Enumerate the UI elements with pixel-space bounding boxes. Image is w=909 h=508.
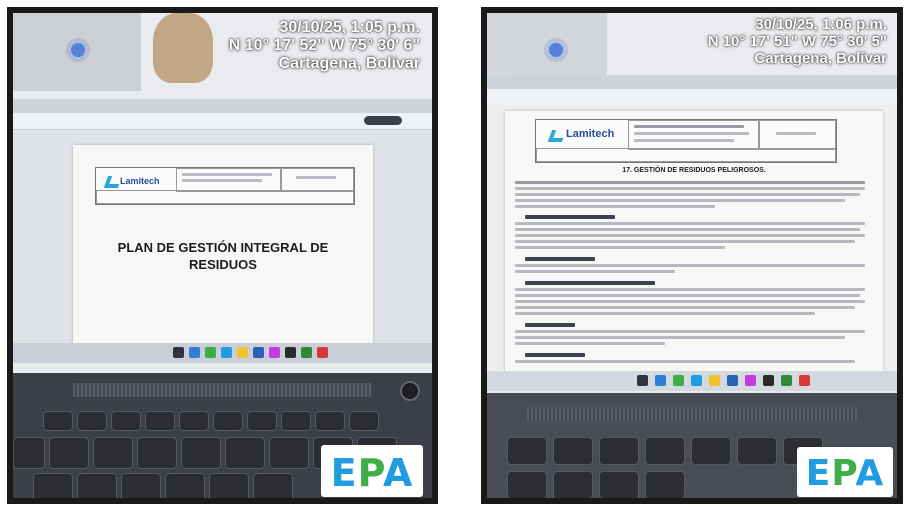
photo-left: Lamitech PLAN DE GESTIÓN INTEGRAL DE RES…	[7, 7, 438, 504]
lamitech-logo-text: Lamitech	[120, 176, 160, 186]
document-title: PLAN DE GESTIÓN INTEGRAL DE RESIDUOS	[117, 240, 329, 272]
document-section-title: 17. GESTIÓN DE RESIDUOS PELIGROSOS.	[622, 167, 766, 174]
photo-right-scene: Lamitech 17. GESTIÓN DE RESIDUOS PELIGRO…	[487, 13, 897, 498]
browser-tab-bar	[13, 99, 432, 113]
windows-taskbar	[487, 371, 897, 391]
lamitech-logo-text: Lamitech	[566, 128, 615, 140]
stamp-coordinates: N 10° 17' 51" W 75° 30' 5"	[707, 32, 887, 50]
document-page: Lamitech PLAN DE GESTIÓN INTEGRAL DE RES…	[73, 145, 373, 350]
person-face-blur	[153, 13, 213, 83]
speaker-grille	[73, 383, 372, 397]
lamitech-logo-icon	[547, 130, 567, 142]
speaker-grille	[527, 407, 857, 421]
document-viewer: Lamitech PLAN DE GESTIÓN INTEGRAL DE RES…	[13, 130, 432, 350]
document-header-table: Lamitech	[95, 167, 355, 205]
video-call-thumbnail	[487, 13, 607, 85]
stamp-location: Cartagena, Bolívar	[278, 54, 420, 72]
photo-right: Lamitech 17. GESTIÓN DE RESIDUOS PELIGRO…	[481, 7, 903, 504]
epa-watermark-logo: EPA · · · · · · · · ·	[321, 445, 423, 497]
stamp-datetime: 30/10/25, 1:06 p.m.	[755, 16, 887, 33]
document-page: Lamitech 17. GESTIÓN DE RESIDUOS PELIGRO…	[505, 111, 883, 371]
stamp-coordinates: N 10° 17' 52" W 75° 30' 6"	[228, 36, 420, 54]
epa-watermark-logo: EPA · · · · · · · · ·	[797, 447, 893, 497]
photo-stamp: 30/10/25, 1:05 p.m. N 10° 17' 52" W 75° …	[229, 19, 420, 73]
photo-left-scene: Lamitech PLAN DE GESTIÓN INTEGRAL DE RES…	[13, 13, 432, 498]
photo-stamp: 30/10/25, 1:06 p.m. N 10° 17' 51" W 75° …	[707, 16, 887, 67]
camera-indicator-icon	[71, 43, 85, 57]
document-viewer: Lamitech 17. GESTIÓN DE RESIDUOS PELIGRO…	[487, 105, 897, 371]
power-button	[400, 381, 420, 401]
browser-toolbar	[13, 113, 432, 130]
stamp-datetime: 30/10/25, 1:05 p.m.	[279, 19, 420, 36]
video-call-thumbnail	[13, 13, 141, 91]
windows-taskbar	[13, 343, 432, 363]
camera-indicator-icon	[549, 43, 563, 57]
stamp-location: Cartagena, Bolívar	[754, 49, 887, 67]
browser-toolbar	[487, 89, 897, 106]
document-header-table: Lamitech	[535, 119, 837, 163]
